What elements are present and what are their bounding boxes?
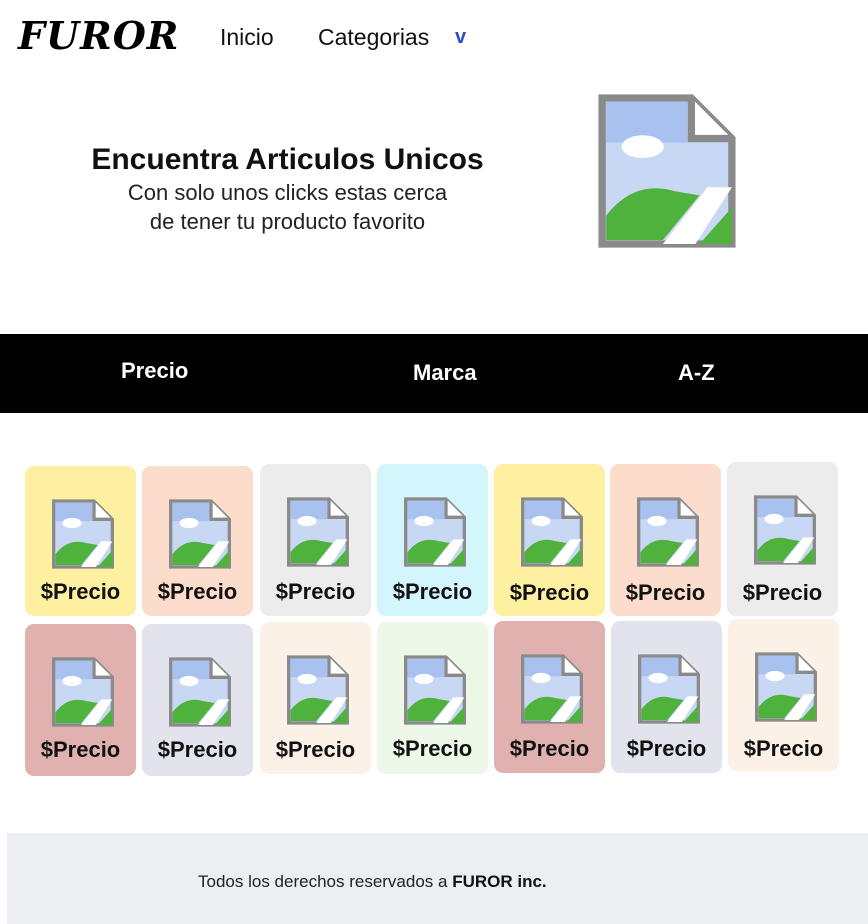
- product-card[interactable]: $Precio: [611, 621, 722, 773]
- filter-a-z[interactable]: A-Z: [678, 358, 715, 388]
- product-card[interactable]: $Precio: [260, 622, 371, 774]
- copyright-label: Todos los derechos reservados a: [198, 872, 453, 891]
- broken-image-icon: [402, 652, 468, 728]
- product-price: $Precio: [392, 736, 473, 761]
- broken-image-icon: [594, 88, 740, 254]
- filter-marca[interactable]: Marca: [413, 358, 477, 388]
- product-price: $Precio: [157, 737, 238, 762]
- product-price: $Precio: [392, 579, 473, 604]
- product-price: $Precio: [275, 737, 356, 762]
- product-price: $Precio: [40, 579, 121, 604]
- nav-categorias[interactable]: Categorias: [318, 22, 429, 52]
- filter-bar: Precio Marca A-Z: [0, 334, 868, 413]
- product-card[interactable]: $Precio: [494, 621, 605, 773]
- hero-subtitle-line2: de tener tu producto favorito: [149, 209, 426, 234]
- broken-image-icon: [285, 494, 351, 570]
- broken-image-icon: [636, 651, 702, 727]
- product-price: $Precio: [509, 736, 590, 761]
- hero-subtitle: Con solo unos clicks estas cerca de tene…: [60, 178, 515, 236]
- copyright-text: Todos los derechos reservados a FUROR in…: [198, 871, 547, 893]
- product-price: $Precio: [509, 580, 590, 605]
- product-card[interactable]: $Precio: [142, 466, 253, 616]
- product-price: $Precio: [743, 736, 824, 761]
- broken-image-icon: [753, 649, 819, 725]
- broken-image-icon: [635, 494, 701, 570]
- product-price: $Precio: [625, 580, 706, 605]
- product-price: $Precio: [742, 580, 823, 605]
- logo[interactable]: FUROR: [18, 14, 179, 58]
- filter-precio[interactable]: Precio: [121, 356, 188, 386]
- hero-title: Encuentra Articulos Unicos: [91, 143, 484, 176]
- product-price: $Precio: [157, 579, 238, 604]
- broken-image-icon: [50, 654, 116, 730]
- company-name: FUROR inc.: [452, 872, 547, 891]
- broken-image-icon: [285, 652, 351, 728]
- product-card[interactable]: $Precio: [260, 464, 371, 616]
- broken-image-icon: [752, 492, 818, 568]
- product-card[interactable]: $Precio: [25, 466, 136, 616]
- product-card[interactable]: $Precio: [377, 622, 488, 774]
- footer: Todos los derechos reservados a FUROR in…: [7, 833, 868, 924]
- product-card[interactable]: $Precio: [142, 624, 253, 776]
- broken-image-icon: [402, 494, 468, 570]
- broken-image-icon: [167, 496, 233, 572]
- product-card[interactable]: $Precio: [610, 464, 721, 616]
- broken-image-icon: [50, 496, 116, 572]
- product-price: $Precio: [626, 736, 707, 761]
- broken-image-icon: [519, 651, 585, 727]
- broken-image-icon: [167, 654, 233, 730]
- hero-subtitle-line1: Con solo unos clicks estas cerca: [127, 180, 448, 205]
- product-card[interactable]: $Precio: [727, 462, 838, 616]
- nav-inicio[interactable]: Inicio: [220, 22, 274, 52]
- broken-image-icon: [519, 494, 585, 570]
- site-header: FUROR Inicio Categorias v: [0, 0, 868, 78]
- chevron-down-icon[interactable]: v: [455, 22, 466, 52]
- product-card[interactable]: $Precio: [494, 464, 605, 616]
- product-price: $Precio: [275, 579, 356, 604]
- product-card[interactable]: $Precio: [25, 624, 136, 776]
- product-card[interactable]: $Precio: [728, 619, 839, 771]
- product-price: $Precio: [40, 737, 121, 762]
- product-card[interactable]: $Precio: [377, 464, 488, 616]
